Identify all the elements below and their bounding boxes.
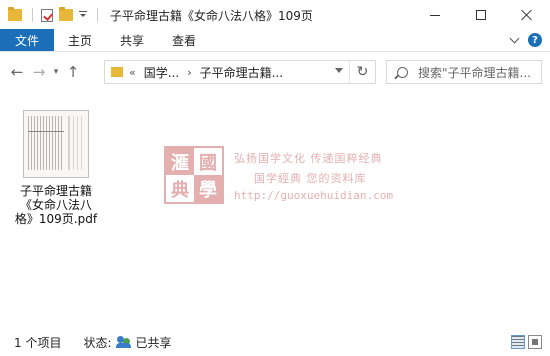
minimize-button[interactable] [412,0,458,30]
navigation-bar: ← → ▾ ↑ « 国学... › 子平命理古籍... ↻ 搜索"子平命理古籍.… [0,53,550,91]
seal-char: 國 [194,148,222,175]
folder-icon [111,67,123,77]
seal-char: 學 [194,175,222,202]
watermark-tagline: 国学經典 您的资料库 [254,172,367,185]
minimize-icon [430,14,440,16]
ribbon-tabs: 文件 主页 共享 查看 ? [0,29,550,52]
breadcrumb-item[interactable]: 国学... [144,64,179,81]
ribbon-controls: ? [509,29,550,51]
watermark-url: http://guoxuehuidian.com [234,189,393,202]
maximize-icon [476,10,486,20]
title-bar: 子平命理古籍《女命八法八格》109页 [0,0,550,30]
up-button[interactable]: ↑ [62,61,84,83]
tab-share[interactable]: 共享 [106,29,158,51]
pdf-thumbnail-icon [23,110,89,178]
thumbnail-page-left [28,116,64,170]
title-divider [97,8,98,22]
search-box[interactable]: 搜索"子平命理古籍... [386,60,542,84]
seal-char: 滙 [166,148,194,175]
forward-arrow-icon: → [32,63,46,81]
properties-icon[interactable] [41,8,53,22]
view-switcher [511,335,550,349]
status-value: 已共享 [135,335,172,350]
shared-people-icon [115,336,132,348]
new-folder-icon[interactable] [59,7,73,21]
file-list-pane: 子平命理古籍《女命八法八格》109页.pdf 滙 國 典 學 弘扬国学文化 传递… [0,92,550,328]
status-bar: 1 个项目 状态: 已共享 [0,328,550,356]
thumbnail-rule [28,131,64,132]
forward-button[interactable]: → [28,61,50,83]
recent-locations-button[interactable]: ▾ [50,61,62,83]
details-view-icon[interactable] [511,335,525,349]
share-status: 状态: 已共享 [83,334,171,351]
address-overflow-icon[interactable]: « [129,66,136,79]
watermark-slogan: 弘扬国学文化 传递国粹经典 [234,152,383,165]
breadcrumb-separator-icon[interactable]: › [187,66,191,79]
search-input[interactable]: 搜索"子平命理古籍... [418,64,531,81]
large-icons-view-icon[interactable] [528,335,542,349]
address-bar[interactable]: « 国学... › 子平命理古籍... ↻ [104,60,376,84]
thumbnail-page-right [68,116,84,170]
close-icon [521,9,533,21]
tab-home[interactable]: 主页 [54,29,106,51]
status-label: 状态: [83,335,112,350]
tab-view[interactable]: 查看 [158,29,210,51]
search-icon [397,66,408,78]
file-name: 子平命理古籍《女命八法八格》109页.pdf [14,184,98,226]
back-arrow-icon: ← [10,63,24,81]
item-count: 1 个项目 [14,335,62,350]
refresh-button[interactable]: ↻ [349,61,375,83]
close-button[interactable] [504,0,550,30]
expand-ribbon-chevron-icon[interactable] [509,33,520,44]
help-icon[interactable]: ? [528,33,542,47]
quick-access-toolbar [0,0,93,30]
breadcrumb-item[interactable]: 子平命理古籍... [200,64,283,81]
watermark-seal: 滙 國 典 學 [164,146,224,204]
tab-file[interactable]: 文件 [0,29,55,51]
window-title: 子平命理古籍《女命八法八格》109页 [110,8,313,23]
up-arrow-icon: ↑ [66,63,80,81]
file-item[interactable]: 子平命理古籍《女命八法八格》109页.pdf [14,110,98,226]
toolbar-divider [32,8,33,22]
back-button[interactable]: ← [6,61,28,83]
chevron-down-icon: ▾ [53,67,59,77]
maximize-button[interactable] [458,0,504,30]
folder-icon [8,7,22,21]
customize-toolbar-dropdown-icon[interactable] [79,11,87,19]
address-dropdown-icon[interactable] [335,68,343,73]
seal-char: 典 [166,175,194,202]
watermark: 滙 國 典 學 弘扬国学文化 传递国粹经典 国学經典 您的资料库 http://… [164,146,394,216]
